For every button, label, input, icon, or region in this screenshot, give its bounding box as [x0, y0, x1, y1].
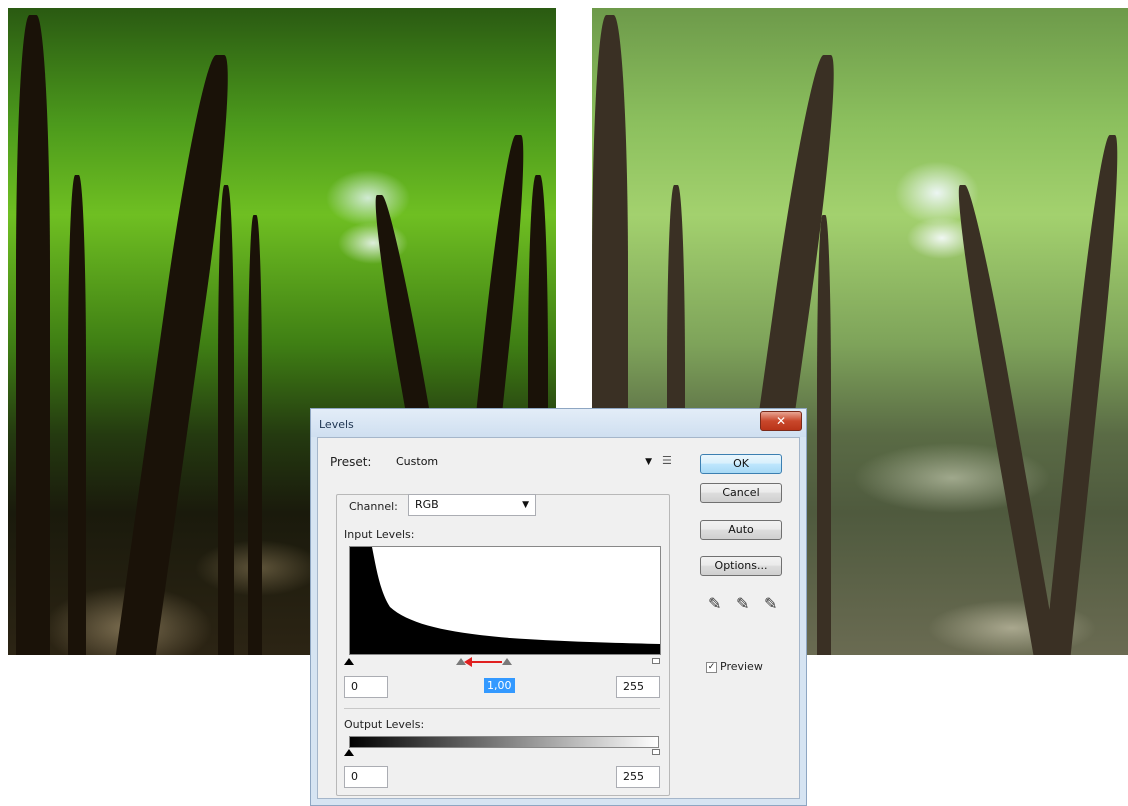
- options-button[interactable]: Options...: [700, 556, 782, 576]
- dialog-client: Preset: Custom ▼ ☰ OK Cancel Auto Option…: [317, 437, 800, 799]
- tree-trunk: [68, 175, 86, 655]
- output-black-slider[interactable]: [344, 749, 354, 756]
- black-point-eyedropper-icon[interactable]: ✎: [708, 594, 721, 613]
- cancel-button[interactable]: Cancel: [700, 483, 782, 503]
- preset-label: Preset:: [330, 455, 372, 469]
- input-gamma-value: 1,00: [484, 678, 515, 693]
- tree-trunk: [248, 215, 262, 655]
- output-white-slider[interactable]: [652, 749, 660, 755]
- histogram-shape: [350, 547, 660, 654]
- input-gamma-slider[interactable]: [502, 658, 512, 665]
- input-white-field[interactable]: 255: [616, 676, 660, 698]
- channel-label: Channel:: [346, 500, 401, 513]
- input-black-field[interactable]: 0: [344, 676, 388, 698]
- input-gamma-field[interactable]: 1,00: [484, 676, 528, 698]
- preset-select[interactable]: Custom ▼: [390, 452, 652, 474]
- preview-label: Preview: [720, 660, 763, 673]
- input-levels-label: Input Levels:: [344, 528, 415, 541]
- red-left-arrow-icon: [464, 657, 502, 667]
- input-black-slider[interactable]: [344, 658, 354, 665]
- preset-options-icon[interactable]: ☰: [662, 454, 672, 467]
- close-button[interactable]: ✕: [760, 411, 802, 431]
- chevron-down-icon: ▼: [522, 500, 529, 510]
- histogram: [349, 546, 661, 655]
- levels-dialog: Levels ✕ Preset: Custom ▼ ☰ OK Cancel Au…: [310, 408, 807, 806]
- dialog-title: Levels: [319, 418, 354, 431]
- tree-trunk: [1044, 135, 1126, 655]
- tree-trunk: [817, 215, 831, 655]
- preset-value: Custom: [396, 455, 439, 468]
- ok-button[interactable]: OK: [700, 454, 782, 474]
- divider: [344, 708, 660, 709]
- output-black-field[interactable]: 0: [344, 766, 388, 788]
- channel-value: RGB: [415, 498, 439, 511]
- chevron-down-icon: ▼: [645, 457, 652, 467]
- output-gradient-bar: [349, 736, 659, 748]
- white-point-eyedropper-icon[interactable]: ✎: [764, 594, 777, 613]
- output-levels-label: Output Levels:: [344, 718, 425, 731]
- gray-point-eyedropper-icon[interactable]: ✎: [736, 594, 749, 613]
- preview-checkbox[interactable]: ✓: [706, 662, 717, 673]
- tree-trunk: [950, 185, 1058, 655]
- channel-select[interactable]: RGB ▼: [408, 494, 536, 516]
- output-white-field[interactable]: 255: [616, 766, 660, 788]
- tree-trunk: [218, 185, 234, 655]
- tree-trunk: [16, 15, 50, 655]
- input-white-slider[interactable]: [652, 658, 660, 664]
- title-bar[interactable]: Levels ✕: [311, 409, 806, 437]
- auto-button[interactable]: Auto: [700, 520, 782, 540]
